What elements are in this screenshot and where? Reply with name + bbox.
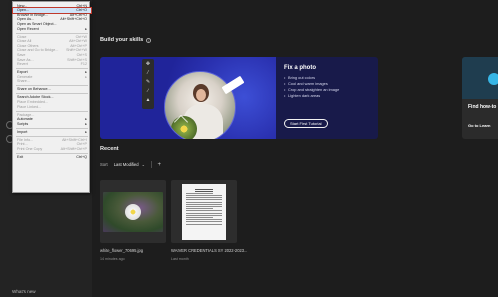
document-preview (182, 183, 226, 240)
bullet-item: Lighten dark areas (284, 93, 370, 99)
menu-separator (16, 110, 88, 111)
menu-separator (16, 127, 88, 129)
menu-item-label: Share on Behance... (17, 87, 51, 92)
menu-item-label: Import (17, 129, 28, 134)
recent-file-thumbnail[interactable] (171, 180, 237, 243)
sort-dropdown[interactable]: Last Modified ⌄ (114, 162, 145, 167)
menu-separator (16, 68, 88, 69)
whats-new-link[interactable]: What's new (12, 289, 36, 294)
sort-controls: Sort Last Modified ⌄ + (100, 161, 161, 168)
sort-label: Sort (100, 162, 108, 167)
start-tutorial-button[interactable]: Start First Tutorial (284, 119, 328, 128)
flower-image-preview (103, 191, 163, 232)
menu-item-label: Share... (17, 79, 30, 84)
file-menu-item[interactable]: Share... (13, 79, 91, 84)
stamp-icon: ▲ (145, 97, 151, 103)
menu-item-shortcut: F12 (80, 62, 87, 67)
submenu-arrow-icon: ▸ (85, 121, 87, 126)
home-main: Build your skills i ✥ ⁄ ✎ ∕ ▲ Fix a phot… (92, 0, 498, 297)
file-menu-item[interactable]: Place Linked... (13, 105, 91, 110)
learn-card-title: Find how-to (468, 104, 497, 110)
menu-item-label: Scripts (17, 121, 29, 126)
submenu-arrow-icon: ▸ (85, 129, 87, 134)
recent-file-name[interactable]: WAIVER CREDENTIALS SY 2022-2023... (171, 248, 247, 253)
menu-item-shortcut: Alt+Shift+Ctrl+P (60, 146, 87, 151)
tutorial-bullets: Bring out colors Cool and warm images Cr… (284, 75, 370, 99)
eyedropper-icon: ⁄ (147, 70, 149, 76)
menu-item-label: Print One Copy (17, 146, 43, 151)
build-skills-heading: Build your skills i (100, 37, 152, 43)
recent-file-time: 14 minutes ago (100, 257, 125, 261)
build-skills-title: Build your skills (100, 37, 144, 43)
fix-photo-card[interactable]: ✥ ⁄ ✎ ∕ ▲ Fix a photo Bring out colors C… (100, 57, 378, 139)
learn-card[interactable]: Find how-to Go to Learn (462, 57, 498, 139)
file-menu: New... Ctrl+N Open... Ctrl+O Browse in Bridg… (12, 1, 92, 193)
tutorial-photo (164, 71, 236, 139)
tool-strip-illustration: ✥ ⁄ ✎ ∕ ▲ (142, 59, 154, 109)
submenu-arrow-icon: ▸ (85, 26, 87, 31)
tutorial-copy: Fix a photo Bring out colors Cool and wa… (276, 57, 378, 139)
menu-item-shortcut: Ctrl+Q (76, 154, 87, 159)
info-icon[interactable]: i (146, 37, 152, 43)
divider (150, 161, 152, 168)
menu-item-label: Open Recent (17, 26, 39, 31)
menu-separator (16, 135, 88, 137)
menu-separator (16, 93, 88, 94)
recent-file-time: Last month (171, 257, 189, 261)
file-menu-item[interactable]: Open Recent ▸ (13, 27, 91, 32)
learn-graphic-icon (488, 73, 498, 85)
add-icon[interactable]: + (158, 162, 162, 168)
file-menu-item[interactable]: Scripts ▸ (13, 122, 91, 127)
sort-value: Last Modified (113, 162, 139, 167)
menu-separator (16, 152, 88, 154)
pen-icon: ∕ (147, 88, 149, 94)
menu-item-label: Revert (17, 62, 28, 67)
recent-file-name[interactable]: white_flower_70695.jpg (100, 248, 143, 253)
tutorial-illustration: ✥ ⁄ ✎ ∕ ▲ (100, 57, 276, 139)
menu-separator (16, 85, 88, 86)
file-menu-item[interactable]: Revert F12 (13, 62, 91, 67)
menu-item-label: Exit (17, 154, 24, 159)
menu-item-label: Place Linked... (17, 104, 42, 109)
file-menu-item[interactable]: Import ▸ (13, 130, 91, 135)
recent-file-thumbnail[interactable] (100, 180, 166, 243)
move-tool-icon: ✥ (145, 61, 151, 67)
file-menu-item[interactable]: Print One Copy Alt+Shift+Ctrl+P (13, 147, 91, 152)
learn-card-art (462, 57, 498, 99)
tutorial-title: Fix a photo (284, 65, 316, 71)
recent-heading: Recent (100, 146, 119, 152)
chevron-down-icon: ⌄ (141, 162, 145, 167)
file-menu-item[interactable]: Exit Ctrl+Q (13, 155, 91, 160)
go-to-learn-link[interactable]: Go to Learn (468, 123, 490, 128)
brush-icon: ✎ (145, 79, 151, 85)
menu-separator (16, 32, 88, 33)
file-menu-item[interactable]: Share on Behance... (13, 87, 91, 92)
